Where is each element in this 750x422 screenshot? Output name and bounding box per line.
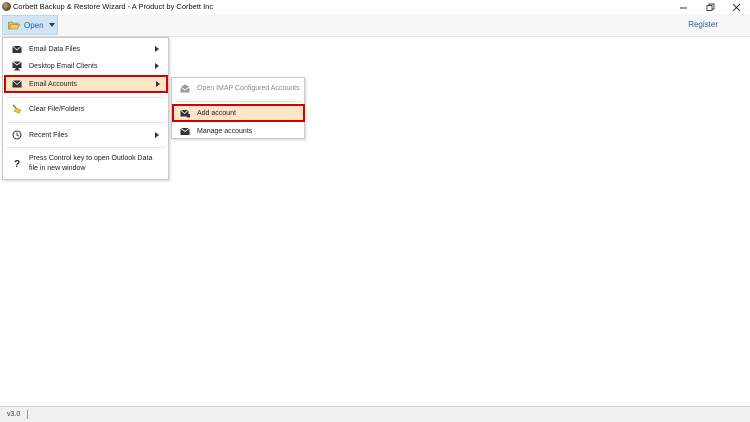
app-logo-icon <box>2 2 11 11</box>
email-accounts-submenu: Open IMAP Configured Accounts Add accoun… <box>171 77 305 139</box>
menu-item-label: Email Accounts <box>29 80 77 88</box>
submenu-item-label: Add account <box>197 109 236 117</box>
menu-divider <box>175 101 302 102</box>
chevron-right-icon <box>155 46 159 52</box>
submenu-item-open-imap-accounts[interactable]: Open IMAP Configured Accounts <box>173 80 303 96</box>
submenu-item-add-account[interactable]: Add account <box>172 104 305 122</box>
email-accounts-icon <box>12 79 22 89</box>
open-dropdown-menu: Email Data Files Desktop Email Clients E… <box>2 37 169 180</box>
menu-item-email-data-files[interactable]: Email Data Files <box>4 41 167 57</box>
status-bar: v3.0 <box>0 406 750 422</box>
menu-item-label: Press Control key to open Outlook Data f… <box>29 155 153 172</box>
menu-item-label: Desktop Email Clients <box>29 62 98 70</box>
submenu-item-label: Open IMAP Configured Accounts <box>197 84 300 92</box>
close-button[interactable] <box>725 0 747 14</box>
restore-button[interactable] <box>699 0 721 14</box>
register-link[interactable]: Register <box>688 20 718 29</box>
chevron-right-icon <box>155 132 159 138</box>
chevron-down-icon <box>48 23 55 27</box>
menu-item-label: Email Data Files <box>29 45 80 53</box>
menu-divider <box>7 147 165 148</box>
open-button[interactable]: Open <box>2 15 58 35</box>
menu-item-label: Clear File/Folders <box>29 105 85 113</box>
window-title: Corbett Backup & Restore Wizard - A Prod… <box>13 2 214 11</box>
menu-item-recent-files[interactable]: Recent Files <box>4 127 167 143</box>
title-bar: Corbett Backup & Restore Wizard - A Prod… <box>0 0 750 14</box>
question-icon: ? <box>12 158 22 168</box>
svg-text:?: ? <box>14 159 20 168</box>
minimize-icon <box>679 7 687 8</box>
desktop-email-clients-icon <box>12 61 22 71</box>
chevron-right-icon <box>156 81 160 87</box>
open-button-label: Open <box>24 20 44 30</box>
menu-item-desktop-email-clients[interactable]: Desktop Email Clients <box>4 58 167 74</box>
menu-divider <box>7 122 165 123</box>
broom-icon <box>12 104 22 114</box>
close-icon <box>732 3 740 11</box>
submenu-item-label: Manage accounts <box>197 127 253 135</box>
minimize-button[interactable] <box>672 0 694 14</box>
restore-icon <box>706 3 714 11</box>
status-divider <box>27 410 28 419</box>
manage-accounts-icon <box>180 126 190 136</box>
chevron-right-icon <box>155 63 159 69</box>
submenu-item-manage-accounts[interactable]: Manage accounts <box>173 123 303 139</box>
menu-item-label: Recent Files <box>29 131 68 139</box>
imap-accounts-icon <box>180 83 190 93</box>
add-account-icon <box>180 108 190 118</box>
toolbar: Open Register <box>0 14 750 37</box>
menu-item-clear-file-folders[interactable]: Clear File/Folders <box>4 101 167 117</box>
email-data-files-icon <box>12 44 22 54</box>
menu-divider <box>7 97 165 98</box>
menu-item-outlook-hint: ? Press Control key to open Outlook Data… <box>4 152 167 178</box>
history-icon <box>12 130 22 140</box>
menu-item-email-accounts[interactable]: Email Accounts <box>4 75 168 93</box>
folder-open-icon <box>8 21 20 30</box>
version-label: v3.0 <box>7 411 21 418</box>
